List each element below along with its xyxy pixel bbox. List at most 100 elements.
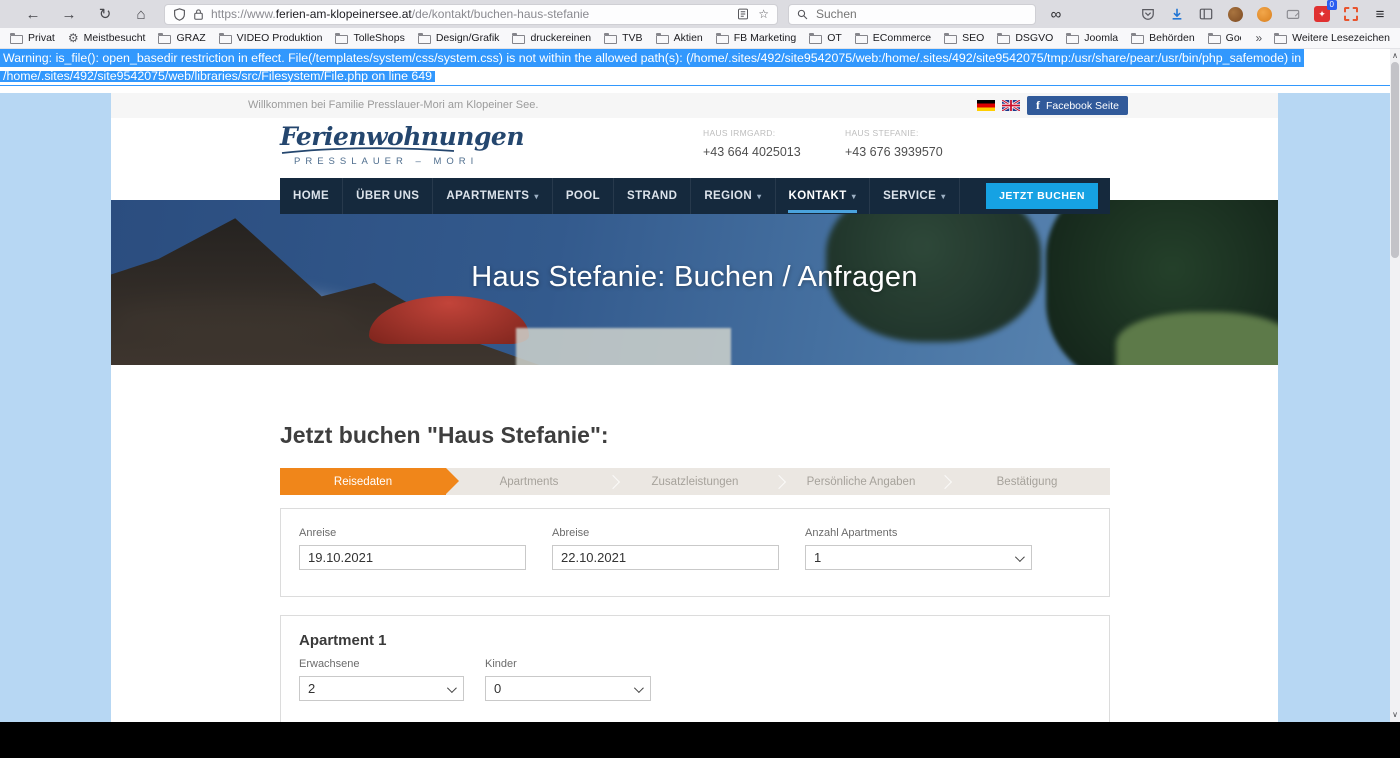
bookmark-item[interactable]: GRAZ (158, 32, 206, 44)
anreise-input[interactable] (299, 545, 526, 570)
bookmark-item[interactable]: TVB (604, 32, 643, 44)
bookmark-label: Joomla (1084, 32, 1119, 44)
bookmark-label: DSGVO (1015, 32, 1054, 44)
kinder-label: Kinder (485, 658, 517, 670)
hero-building (516, 328, 731, 365)
bookmark-item[interactable]: Behörden (1131, 32, 1195, 44)
nav-item-apartments[interactable]: APARTMENTS ▾ (433, 178, 553, 214)
bookmark-item[interactable]: druckereinen (512, 32, 591, 44)
reload-icon[interactable]: ↻ (92, 3, 118, 25)
nav-item-pool[interactable]: POOL (553, 178, 614, 214)
phone-number[interactable]: +43 676 3939570 (845, 145, 943, 159)
gear-icon: ⚙ (67, 31, 79, 45)
infinity-extension-icon[interactable]: ∞ (1046, 4, 1066, 24)
scroll-up-icon[interactable]: ∧ (1390, 49, 1400, 61)
bookmark-label: VIDEO Produktion (236, 32, 323, 44)
folder-icon (1066, 32, 1080, 44)
scroll-down-icon[interactable]: ∨ (1390, 708, 1400, 720)
search-bar[interactable] (788, 3, 1036, 25)
warning-line-2: /home/.sites/492/site9542075/web/librari… (0, 70, 436, 82)
bookmark-label: FB Marketing (733, 32, 797, 44)
facebook-icon: f (1036, 98, 1040, 112)
bookmark-item[interactable]: SEO (944, 32, 984, 44)
sidebar-icon[interactable] (1196, 4, 1216, 24)
cookie-extension-icon[interactable] (1225, 4, 1245, 24)
step-apartments[interactable]: Apartments (446, 468, 612, 495)
download-icon[interactable] (1167, 4, 1187, 24)
bookmark-label: SEO (962, 32, 985, 44)
erwachsene-select[interactable]: 2 (299, 676, 464, 701)
anzahl-apartments-select[interactable]: 1 (805, 545, 1032, 570)
tracking-shield-icon[interactable] (173, 7, 186, 21)
bookmark-star-icon[interactable]: ☆ (758, 7, 769, 21)
nav-item-strand[interactable]: STRAND (614, 178, 692, 214)
phone-block-stefanie: HAUS STEFANIE: +43 676 3939570 (845, 128, 943, 159)
step-label: Reisedaten (333, 475, 393, 488)
bookmark-item[interactable]: Joomla (1066, 32, 1118, 44)
bookmark-item[interactable]: FB Marketing (715, 32, 797, 44)
erwachsene-label: Erwachsene (299, 658, 360, 670)
bookmark-item[interactable]: VIDEO Produktion (218, 32, 323, 44)
url-text[interactable]: https://www.ferien-am-klopeinersee.at/de… (211, 7, 730, 21)
welcome-strip: Willkommen bei Familie Presslauer-Mori a… (111, 93, 1278, 119)
selection-tool-extension-icon[interactable] (1341, 4, 1361, 24)
bookmark-item[interactable]: ECommerce (854, 32, 932, 44)
bookmark-item[interactable]: Design/Grafik (417, 32, 499, 44)
folder-icon (809, 32, 823, 44)
nav-label: HOME (293, 190, 330, 202)
uk-flag-icon[interactable] (1002, 100, 1020, 111)
search-input[interactable] (814, 6, 998, 22)
bookmark-label: OT (827, 32, 842, 44)
bookmark-item[interactable]: Privat (10, 32, 55, 44)
bookmark-item[interactable]: Google (1207, 32, 1241, 44)
folder-icon (158, 32, 172, 44)
bookmark-label: Aktien (673, 32, 703, 44)
site-logo[interactable]: Ferienwohnungen PRESSLAUER – MORI (280, 124, 525, 168)
page-scrollbar[interactable]: ∧ ∨ (1390, 49, 1400, 722)
phone-block-irmgard: HAUS IRMGARD: +43 664 4025013 (703, 128, 801, 159)
lock-icon[interactable] (193, 8, 204, 20)
step-reisedaten[interactable]: Reisedaten (280, 468, 459, 495)
chevron-down-icon: ▾ (941, 191, 946, 201)
adblock-extension-icon[interactable]: ✦ 0 (1312, 0, 1337, 24)
nav-item-home[interactable]: HOME (280, 178, 344, 214)
home-icon[interactable]: ⌂ (128, 3, 154, 25)
pocket-icon[interactable] (1138, 4, 1158, 24)
orange-cookie-extension-icon[interactable] (1254, 4, 1274, 24)
bookmark-item[interactable]: Aktien (655, 32, 703, 44)
menu-icon[interactable]: ≡ (1370, 4, 1390, 24)
bookmark-item[interactable]: TolleShops (335, 32, 405, 44)
extension-cluster: ✦ 0 ≡ (1138, 0, 1390, 24)
bookmark-items: Privat ⚙ Meistbesucht GRAZ VIDEO Produkti… (10, 31, 1241, 45)
bookmark-item[interactable]: DSGVO (997, 32, 1053, 44)
german-flag-icon[interactable] (977, 100, 995, 111)
nav-item-service[interactable]: SERVICE ▾ (870, 178, 960, 214)
step-persoenliche-angaben[interactable]: Persönliche Angaben (771, 468, 944, 495)
screenshot-disabled-extension-icon[interactable] (1283, 4, 1303, 24)
url-bar[interactable]: https://www.ferien-am-klopeinersee.at/de… (164, 3, 778, 25)
url-prefix: https://www. (211, 7, 276, 21)
abreise-input[interactable] (552, 545, 779, 570)
travel-dates-panel: Anreise Abreise Anzahl Apartments 1 (280, 508, 1110, 597)
phone-number[interactable]: +43 664 4025013 (703, 145, 801, 159)
step-bestaetigung[interactable]: Bestätigung (937, 468, 1110, 495)
more-bookmarks[interactable]: Weitere Lesezeichen (1274, 32, 1390, 44)
chevron-down-icon (633, 683, 644, 694)
nav-item-region[interactable]: REGION ▾ (691, 178, 776, 214)
reader-view-icon[interactable] (737, 8, 749, 20)
kinder-select[interactable]: 0 (485, 676, 651, 701)
step-zusatzleistungen[interactable]: Zusatzleistungen (605, 468, 778, 495)
forward-icon[interactable]: → (56, 3, 82, 25)
bookmark-item[interactable]: OT (809, 32, 842, 44)
facebook-page-button[interactable]: f Facebook Seite (1027, 96, 1128, 115)
bookmarks-overflow-icon[interactable]: » (1255, 31, 1262, 45)
scrollbar-thumb[interactable] (1391, 62, 1399, 258)
back-icon[interactable]: ← (20, 3, 46, 25)
bookmark-label: ECommerce (872, 32, 932, 44)
bookmark-item[interactable]: ⚙ Meistbesucht (68, 31, 146, 45)
nav-item-ueber-uns[interactable]: ÜBER UNS (343, 178, 434, 214)
jetzt-buchen-button[interactable]: JETZT BUCHEN (986, 183, 1098, 209)
nav-item-kontakt[interactable]: KONTAKT ▾ (776, 178, 871, 214)
select-value: 2 (308, 681, 316, 696)
site-header: Ferienwohnungen PRESSLAUER – MORI HAUS I… (111, 118, 1278, 178)
